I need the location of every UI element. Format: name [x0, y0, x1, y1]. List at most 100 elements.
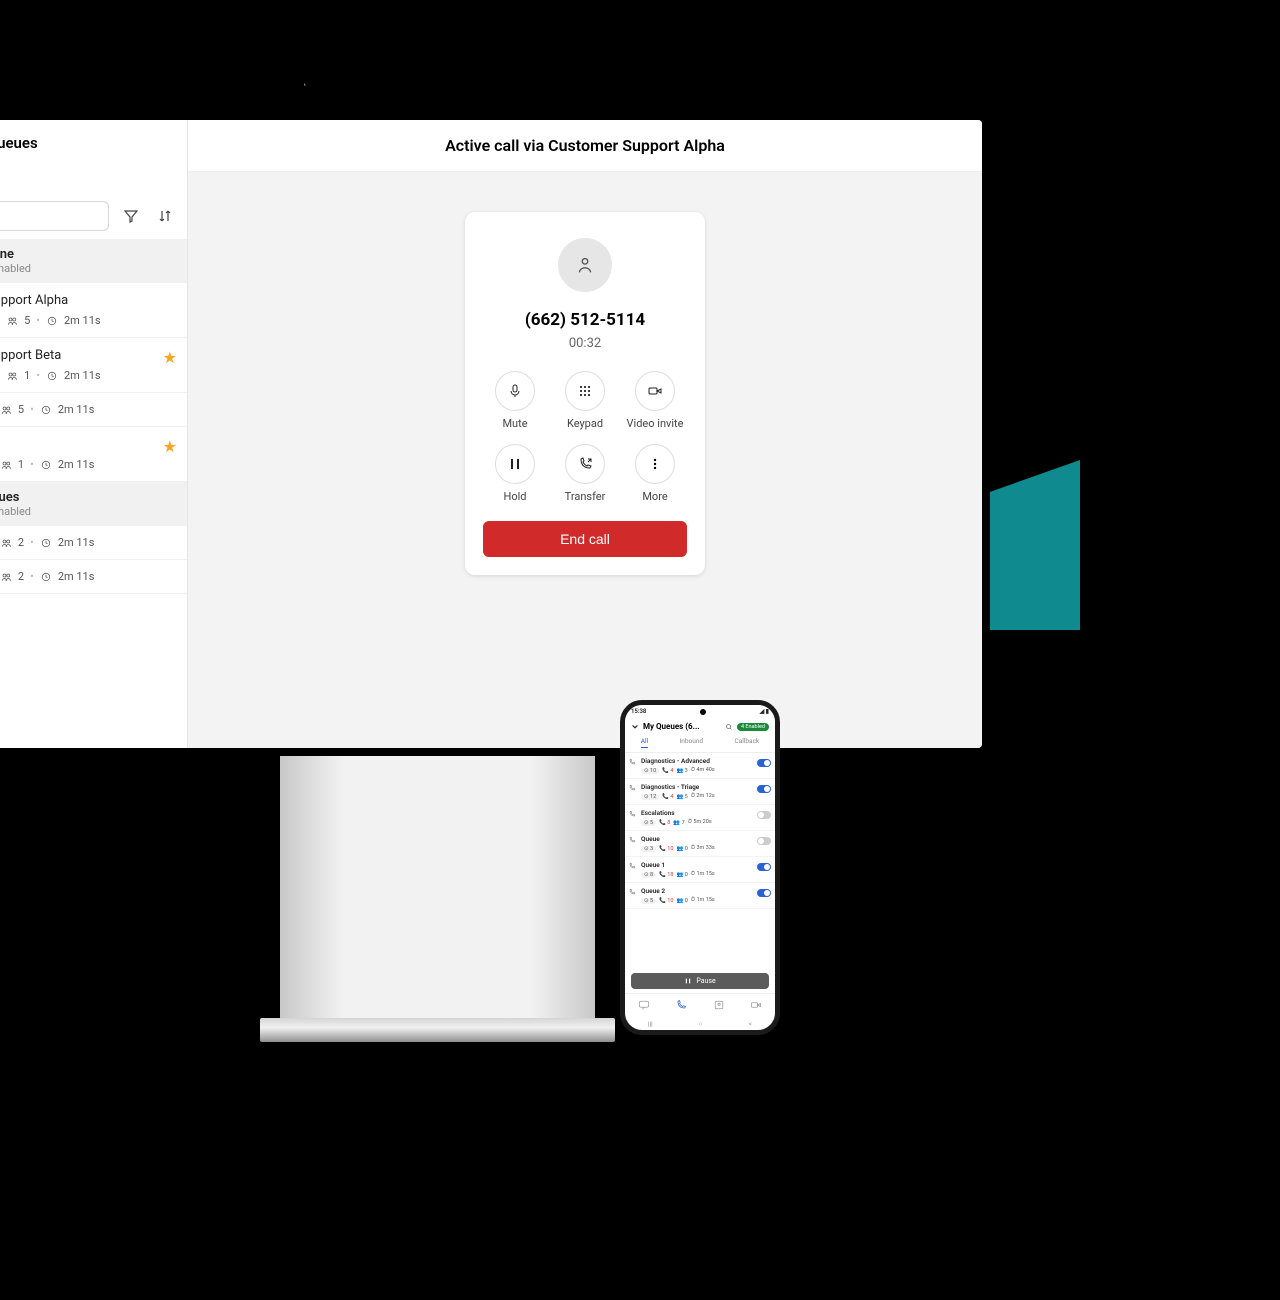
filter-button[interactable] — [119, 204, 143, 228]
clock-icon — [46, 370, 58, 382]
clock-icon — [40, 571, 52, 583]
queue-stats: 16•1•2m 11s — [0, 369, 175, 382]
queued-count: ⊙ 12 — [641, 794, 659, 800]
queue-toggle[interactable] — [757, 889, 771, 897]
phone-time: 15:38 — [631, 708, 646, 715]
phone-status-icons: ◢ ▮ — [760, 708, 769, 715]
phone-queue-item[interactable]: Diagnostics - Advanced⊙ 10📞 4👥 3⏱ 4m 40s — [625, 753, 775, 779]
queue-item[interactable]: 8•5•2m 11s — [0, 393, 187, 427]
queue-stats: 8•5•2m 11s — [0, 403, 175, 416]
agents-icon — [0, 537, 12, 549]
call-action-mic: Mute — [483, 371, 547, 430]
phone-icon — [628, 784, 636, 792]
monitor-stand — [280, 756, 595, 1036]
wait-time: 2m 11s — [64, 314, 101, 327]
clock-icon — [40, 404, 52, 416]
contacts-icon[interactable] — [713, 999, 725, 1011]
back-nav[interactable]: < — [749, 1020, 752, 1028]
action-label: Video invite — [627, 417, 684, 430]
queued-count: ⊙ 3 — [641, 846, 656, 852]
chat-icon[interactable] — [638, 999, 650, 1011]
phone-queue-item[interactable]: Queue 2 ⊙ 5📞 10👥 0⏱ 1m 15s — [625, 883, 775, 909]
phone-queue-item[interactable]: Queue⊙ 3📞 10👥 0⏱ 3m 33s — [625, 831, 775, 857]
agents-count: 👥 0 — [676, 872, 687, 878]
agents-icon — [6, 315, 18, 327]
sort-icon — [157, 208, 173, 224]
phone-tab-callback[interactable]: Callback — [734, 737, 759, 748]
queue-item[interactable]: mer Support Beta16•1•2m 11s★ — [0, 338, 187, 393]
wait-time: ⏱ 1m 15s — [691, 897, 715, 904]
queue-item[interactable]: mer Support Alpha12•5•2m 11s — [0, 283, 187, 338]
video-icon[interactable] — [750, 999, 762, 1011]
phone-queue-item[interactable]: Escalations⊙ 5📞 8👥 7⏱ 5m 20s — [625, 805, 775, 831]
wait-time: 2m 11s — [58, 403, 95, 416]
queue-item[interactable]: e5•1•2m 11s★ — [0, 427, 187, 482]
calls-count: 📞 4 — [662, 794, 673, 800]
queue-toggle[interactable] — [757, 759, 771, 767]
calls-count: 📞 18 — [659, 872, 673, 878]
queue-stats: ⊙ 8📞 18👥 0⏱ 1m 15s — [641, 871, 769, 878]
video-button[interactable] — [635, 371, 675, 411]
agents-icon — [0, 404, 12, 416]
phone-queue-item[interactable]: Queue 1⊙ 8📞 18👥 0⏱ 1m 15s — [625, 857, 775, 883]
clock-icon — [40, 537, 52, 549]
sort-button[interactable] — [153, 204, 177, 228]
queue-stats: ⊙ 5📞 10👥 0⏱ 1m 15s — [641, 897, 769, 904]
queue-toggle[interactable] — [757, 837, 771, 845]
queue-toggle[interactable] — [757, 785, 771, 793]
phone-page-title: My Queues (6... — [643, 722, 721, 731]
home-nav[interactable]: ○ — [699, 1020, 703, 1028]
transfer-button[interactable] — [565, 444, 605, 484]
queue-item[interactable]: 5•2•2m 11s — [0, 526, 187, 560]
call-action-transfer: Transfer — [553, 444, 617, 503]
queue-stats: 5•2•2m 11s — [0, 570, 175, 583]
pause-icon — [684, 977, 692, 985]
section-subtitle: ueues enabled — [0, 262, 175, 275]
queue-name: Queue 2 — [641, 887, 769, 895]
agents-icon — [0, 571, 12, 583]
chevron-down-icon[interactable] — [631, 723, 639, 731]
agents-count: 👥 5 — [676, 794, 687, 800]
wait-time: 2m 11s — [64, 369, 101, 382]
agents-count: 👥 0 — [676, 846, 687, 852]
queue-name: Escalations — [641, 809, 769, 817]
wait-time: 2m 11s — [58, 458, 95, 471]
pause-button[interactable]: Pause — [631, 973, 769, 989]
pause-button[interactable] — [495, 444, 535, 484]
transfer-icon — [577, 456, 593, 472]
sidebar-title: ned queues — [0, 120, 187, 167]
action-label: Hold — [504, 490, 527, 503]
mic-icon — [507, 383, 523, 399]
phone-icon[interactable] — [675, 999, 687, 1011]
star-icon[interactable]: ★ — [163, 348, 177, 367]
agents-count: 1 — [24, 369, 30, 382]
queue-stats: ⊙ 12📞 4👥 5⏱ 2m 12s — [641, 793, 769, 800]
phone-icon — [628, 758, 636, 766]
end-call-button[interactable]: End call — [483, 521, 687, 557]
call-actions-grid: MuteKeypadVideo inviteHoldTransferMore — [483, 371, 687, 503]
call-action-more: More — [623, 444, 687, 503]
mobile-screen: 15:38 ◢ ▮ My Queues (6... 4 Enabled AllI… — [625, 705, 775, 1030]
star-icon[interactable]: ★ — [163, 437, 177, 456]
search-input[interactable] — [0, 201, 109, 231]
active-call-header: Active call via Customer Support Alpha — [188, 120, 982, 172]
keypad-button[interactable] — [565, 371, 605, 411]
agents-count: 2 — [18, 536, 24, 549]
phone-icon — [628, 836, 636, 844]
phone-bottom-nav — [625, 993, 775, 1016]
android-nav-bar: ||| ○ < — [625, 1016, 775, 1030]
mic-button[interactable] — [495, 371, 535, 411]
phone-tab-all[interactable]: All — [641, 737, 648, 748]
queue-toggle[interactable] — [757, 811, 771, 819]
agents-count: 5 — [24, 314, 30, 327]
queue-item[interactable]: 5•2•2m 11s — [0, 560, 187, 594]
filter-icon — [123, 208, 139, 224]
wait-time: ⏱ 1m 15s — [691, 871, 715, 878]
phone-queue-item[interactable]: Diagnostics - Triage⊙ 12📞 4👥 5⏱ 2m 12s — [625, 779, 775, 805]
recents-nav[interactable]: ||| — [648, 1020, 653, 1028]
search-icon[interactable] — [725, 723, 733, 731]
more-button[interactable] — [635, 444, 675, 484]
phone-queue-list: Diagnostics - Advanced⊙ 10📞 4👥 3⏱ 4m 40s… — [625, 753, 775, 969]
phone-tab-inbound[interactable]: Inbound — [680, 737, 704, 748]
queue-toggle[interactable] — [757, 863, 771, 871]
